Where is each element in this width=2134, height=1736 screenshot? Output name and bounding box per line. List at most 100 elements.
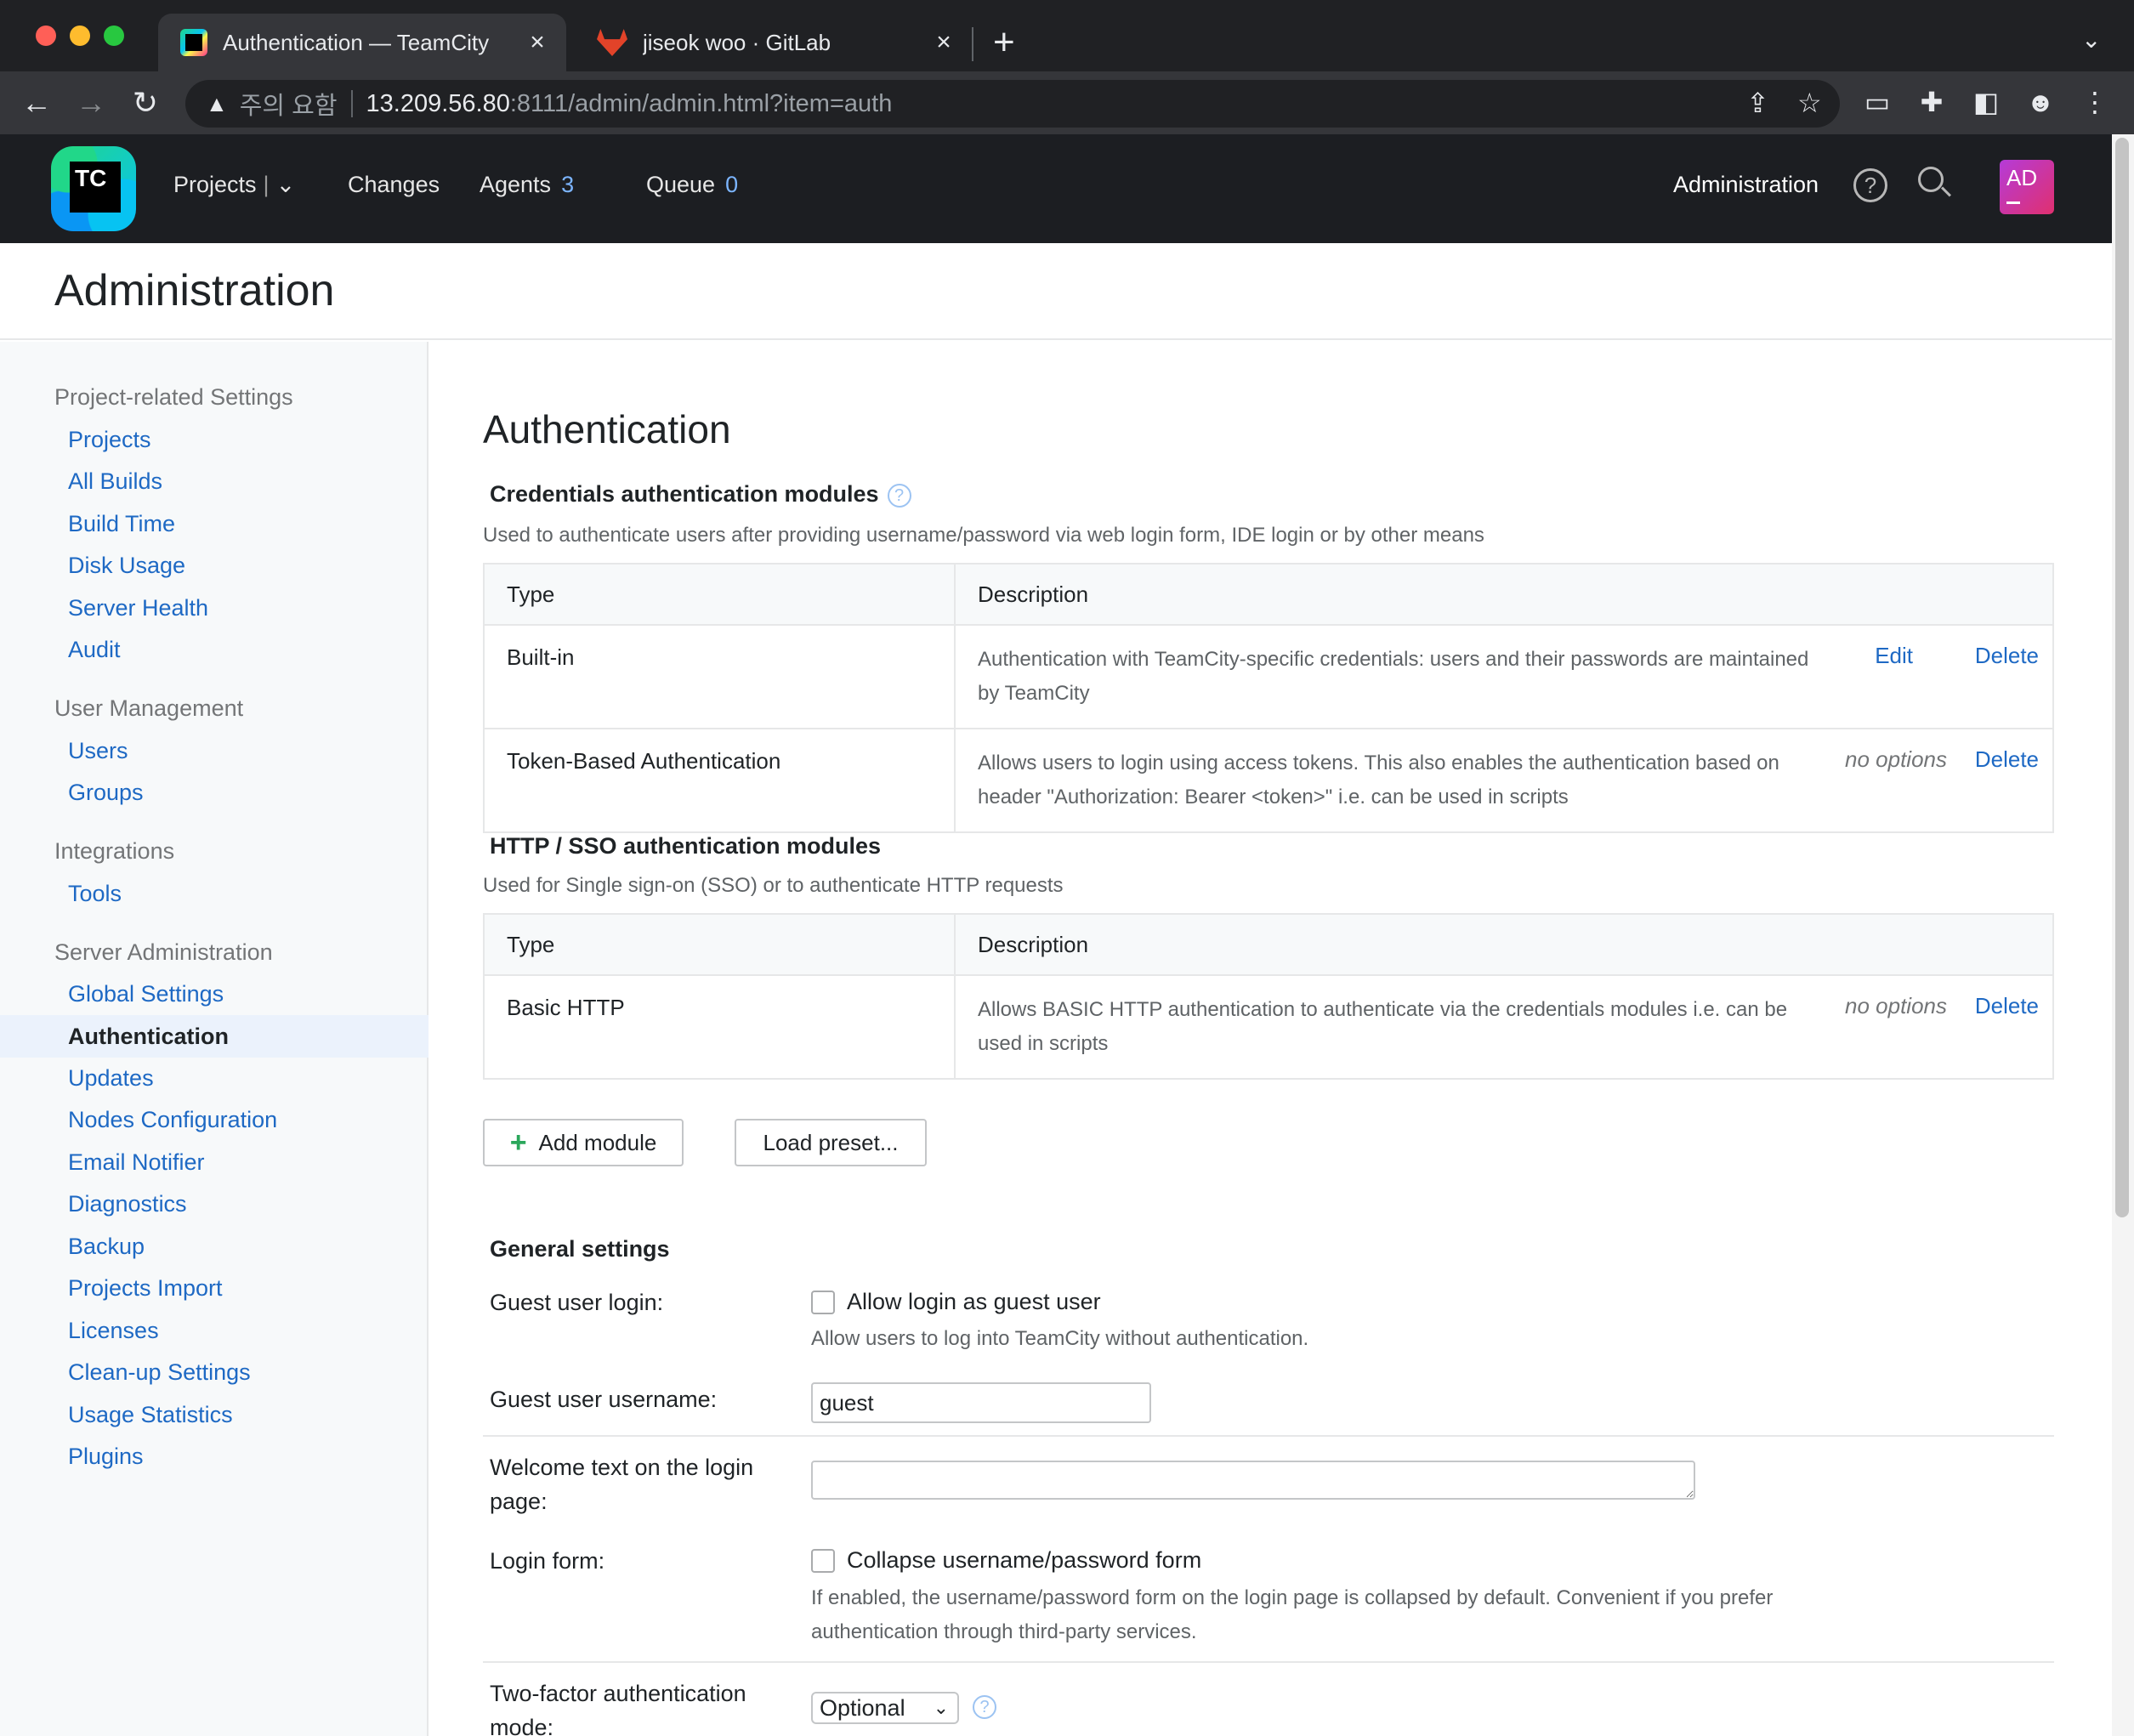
plus-icon: + [509, 1126, 527, 1159]
sidebar-item-updates[interactable]: Updates [68, 1065, 154, 1092]
welcome-text-textarea[interactable] [811, 1461, 1695, 1500]
collapse-login-form-checkbox[interactable] [811, 1549, 835, 1573]
browser-tab-gitlab[interactable]: jiseok woo · GitLab × [575, 14, 973, 71]
url-path[interactable]: :8111/admin/admin.html?item=auth [510, 90, 893, 118]
user-avatar[interactable]: AD [2000, 160, 2054, 214]
two-factor-mode-value: Optional [820, 1695, 905, 1721]
help-icon[interactable]: ? [1853, 168, 1887, 202]
page-scrollbar-thumb[interactable] [2115, 138, 2129, 1217]
cast-extension-icon[interactable]: ▭ [1862, 87, 1893, 117]
browser-menu-kebab-icon[interactable]: ⋮ [2080, 87, 2110, 117]
table-row: Token-Based Authentication Allows users … [483, 728, 2054, 833]
sidebar-item-plugins[interactable]: Plugins [68, 1444, 144, 1470]
search-icon[interactable] [1918, 167, 1952, 201]
window-close-button[interactable] [36, 26, 56, 46]
nav-queue[interactable]: Queue 0 [646, 172, 738, 198]
edit-module-link[interactable]: Edit [1875, 643, 1913, 669]
form-divider [483, 1661, 2054, 1663]
credentials-modules-heading: Credentials authentication modules? [490, 481, 911, 508]
agents-count-badge: 3 [561, 172, 575, 197]
side-panel-icon[interactable]: ◧ [1971, 87, 2001, 117]
teamcity-logo-icon[interactable]: TC [51, 146, 136, 231]
bookmark-star-icon[interactable]: ☆ [1797, 87, 1822, 119]
load-preset-button[interactable]: Load preset... [735, 1119, 927, 1166]
window-minimize-button[interactable] [70, 26, 90, 46]
page-title-strip: Administration [0, 243, 2112, 340]
new-tab-plus-icon[interactable]: + [993, 19, 1015, 66]
not-secure-label[interactable]: 주의 요함 [240, 86, 338, 122]
browser-tab-teamcity[interactable]: Authentication — TeamCity × [158, 14, 566, 71]
url-host[interactable]: 13.209.56.80 [366, 90, 510, 118]
nav-projects-label: Projects [173, 172, 257, 197]
sidebar-item-backup[interactable]: Backup [68, 1234, 145, 1260]
guest-username-input[interactable] [811, 1382, 1151, 1423]
queue-count-badge: 0 [725, 172, 739, 197]
nav-projects[interactable]: Projects | ⌄ [173, 172, 295, 198]
tab-separator [972, 27, 973, 61]
tab-close-icon[interactable]: × [927, 28, 961, 57]
not-secure-warning-icon[interactable]: ▲ [206, 91, 228, 117]
tab-search-chevron-icon[interactable]: ⌄ [2081, 26, 2101, 54]
reload-icon[interactable]: ↻ [124, 82, 167, 124]
section-title: Authentication [483, 407, 731, 451]
sidebar-item-server-health[interactable]: Server Health [68, 595, 208, 621]
module-description: Allows BASIC HTTP authentication to auth… [978, 998, 1788, 1055]
sidebar-item-authentication[interactable]: Authentication [0, 1015, 429, 1058]
sidebar-item-audit[interactable]: Audit [68, 637, 121, 663]
delete-module-link[interactable]: Delete [1975, 746, 2039, 773]
sidebar-item-email-notifier[interactable]: Email Notifier [68, 1149, 205, 1176]
help-question-icon[interactable]: ? [973, 1695, 996, 1719]
two-factor-mode-select[interactable]: Optional ⌄ [811, 1692, 959, 1724]
login-form-label: Login form: [490, 1548, 605, 1574]
sidebar-item-projects[interactable]: Projects [68, 427, 151, 453]
nav-administration[interactable]: Administration [1673, 172, 1819, 198]
nav-agents[interactable]: Agents 3 [480, 172, 574, 198]
table-row: Built-in Authentication with TeamCity-sp… [483, 624, 2054, 729]
sidebar-item-build-time[interactable]: Build Time [68, 511, 175, 537]
login-form-hint: If enabled, the username/password form o… [811, 1586, 1774, 1643]
sidebar-item-projects-import[interactable]: Projects Import [68, 1275, 223, 1302]
table-header-row: Type Description [483, 913, 2054, 976]
form-divider [483, 1435, 2054, 1437]
sidebar-section-integrations: Integrations [54, 838, 175, 864]
tab-close-icon[interactable]: × [520, 28, 554, 57]
forward-arrow-icon[interactable]: → [70, 82, 112, 124]
help-question-icon[interactable]: ? [887, 483, 911, 508]
nav-changes[interactable]: Changes [348, 172, 440, 198]
sidebar-item-all-builds[interactable]: All Builds [68, 468, 162, 495]
sidebar-item-licenses[interactable]: Licenses [68, 1318, 159, 1344]
profile-avatar-icon[interactable]: ☻ [2025, 87, 2056, 117]
chevron-down-icon: ⌄ [933, 1697, 949, 1718]
sidebar-item-diagnostics[interactable]: Diagnostics [68, 1191, 187, 1217]
sidebar-section-server-administration: Server Administration [54, 939, 273, 965]
chevron-down-icon[interactable]: ⌄ [276, 172, 296, 197]
sidebar-section-project-related: Project-related Settings [54, 384, 293, 410]
delete-module-link[interactable]: Delete [1975, 993, 2039, 1019]
general-settings-heading: General settings [490, 1236, 670, 1262]
extensions-puzzle-icon[interactable]: ✚ [1916, 87, 1947, 117]
back-arrow-icon[interactable]: ← [15, 82, 58, 124]
sidebar-item-tools[interactable]: Tools [68, 881, 122, 907]
add-module-button[interactable]: + Add module [483, 1119, 684, 1166]
search-icon-handle [1940, 186, 1952, 197]
sidebar-item-users[interactable]: Users [68, 738, 128, 764]
address-bar[interactable]: ▲ 주의 요함 13.209.56.80:8111/admin/admin.ht… [185, 80, 1840, 128]
nav-queue-label: Queue [646, 172, 716, 197]
window-zoom-button[interactable] [104, 26, 124, 46]
sidebar-item-global-settings[interactable]: Global Settings [68, 981, 224, 1007]
sidebar-item-usage-statistics[interactable]: Usage Statistics [68, 1402, 233, 1428]
allow-guest-login-checkbox[interactable] [811, 1291, 835, 1314]
http-sso-modules-table: Type Description Basic HTTP Allows BASIC… [483, 913, 2054, 1080]
allow-guest-login-checkbox-label[interactable]: Allow login as guest user [847, 1289, 1101, 1315]
delete-module-link[interactable]: Delete [1975, 643, 2039, 669]
collapse-login-form-checkbox-label[interactable]: Collapse username/password form [847, 1547, 1201, 1574]
sidebar-item-groups[interactable]: Groups [68, 780, 144, 806]
module-description: Allows users to login using access token… [978, 752, 1779, 808]
sidebar-item-nodes-configuration[interactable]: Nodes Configuration [68, 1107, 277, 1133]
share-icon[interactable]: ⇪ [1746, 87, 1769, 119]
sidebar-item-clean-up-settings[interactable]: Clean-up Settings [68, 1359, 251, 1386]
guest-login-hint: Allow users to log into TeamCity without… [811, 1327, 1309, 1350]
sidebar-item-disk-usage[interactable]: Disk Usage [68, 553, 185, 579]
credentials-modules-table: Type Description Built-in Authentication… [483, 563, 2054, 833]
credentials-modules-description: Used to authenticate users after providi… [483, 524, 1484, 547]
